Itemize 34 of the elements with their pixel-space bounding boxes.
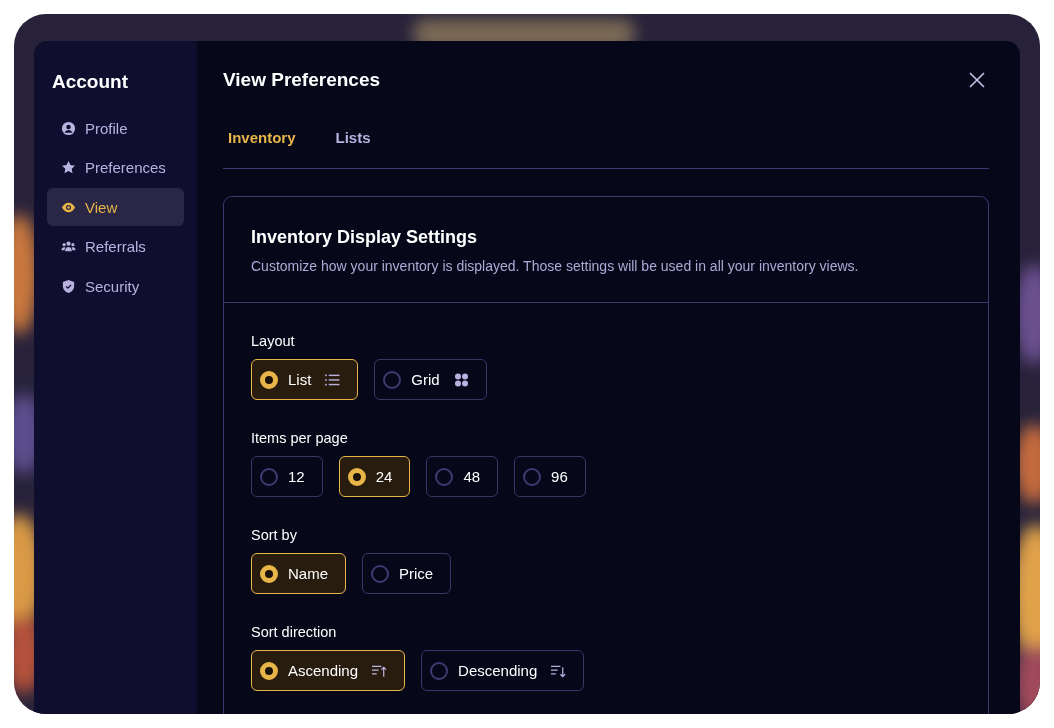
card-title: Inventory Display Settings [251, 227, 479, 248]
sort-ascending-icon [372, 663, 388, 678]
group-label: Items per page [251, 430, 349, 446]
shield-icon [61, 278, 76, 294]
radio-option[interactable]: 96 [514, 456, 586, 497]
tab[interactable]: Inventory [228, 127, 296, 147]
sidebar-item[interactable]: Preferences [47, 148, 184, 187]
sidebar-title: Account [52, 71, 129, 93]
sidebar-item[interactable]: View [47, 188, 184, 226]
sort-descending-icon [551, 663, 567, 678]
radio-option[interactable]: Name [251, 553, 346, 594]
radio-option[interactable]: 24 [338, 456, 411, 497]
sidebar-item[interactable]: Security [47, 267, 184, 305]
grid-icon [453, 372, 469, 387]
profile-icon [61, 120, 76, 136]
radio-option[interactable]: Ascending [251, 650, 406, 691]
card-description: Customize how your inventory is displayed. Those settings will be used in all your inventory views. [251, 258, 860, 274]
radio-option[interactable]: Price [362, 553, 452, 594]
people-icon [61, 239, 76, 254]
radio-option[interactable]: Grid [374, 359, 487, 400]
sidebar-item[interactable]: Referrals [47, 227, 184, 266]
group-label: Sort by [251, 527, 298, 543]
radio-option[interactable]: Descending [421, 650, 585, 691]
group-label: Layout [251, 333, 296, 349]
tab[interactable]: Lists [335, 127, 371, 147]
dialog-title: View Preferences [223, 69, 381, 91]
group-label: Sort direction [251, 624, 338, 640]
star-icon [61, 160, 76, 175]
list-icon [325, 372, 341, 387]
radio-option[interactable]: 48 [426, 456, 499, 497]
radio-option[interactable]: List [251, 359, 359, 400]
radio-option[interactable]: 12 [251, 456, 323, 497]
sidebar-item[interactable]: Profile [47, 109, 184, 147]
close-button[interactable] [968, 71, 986, 89]
